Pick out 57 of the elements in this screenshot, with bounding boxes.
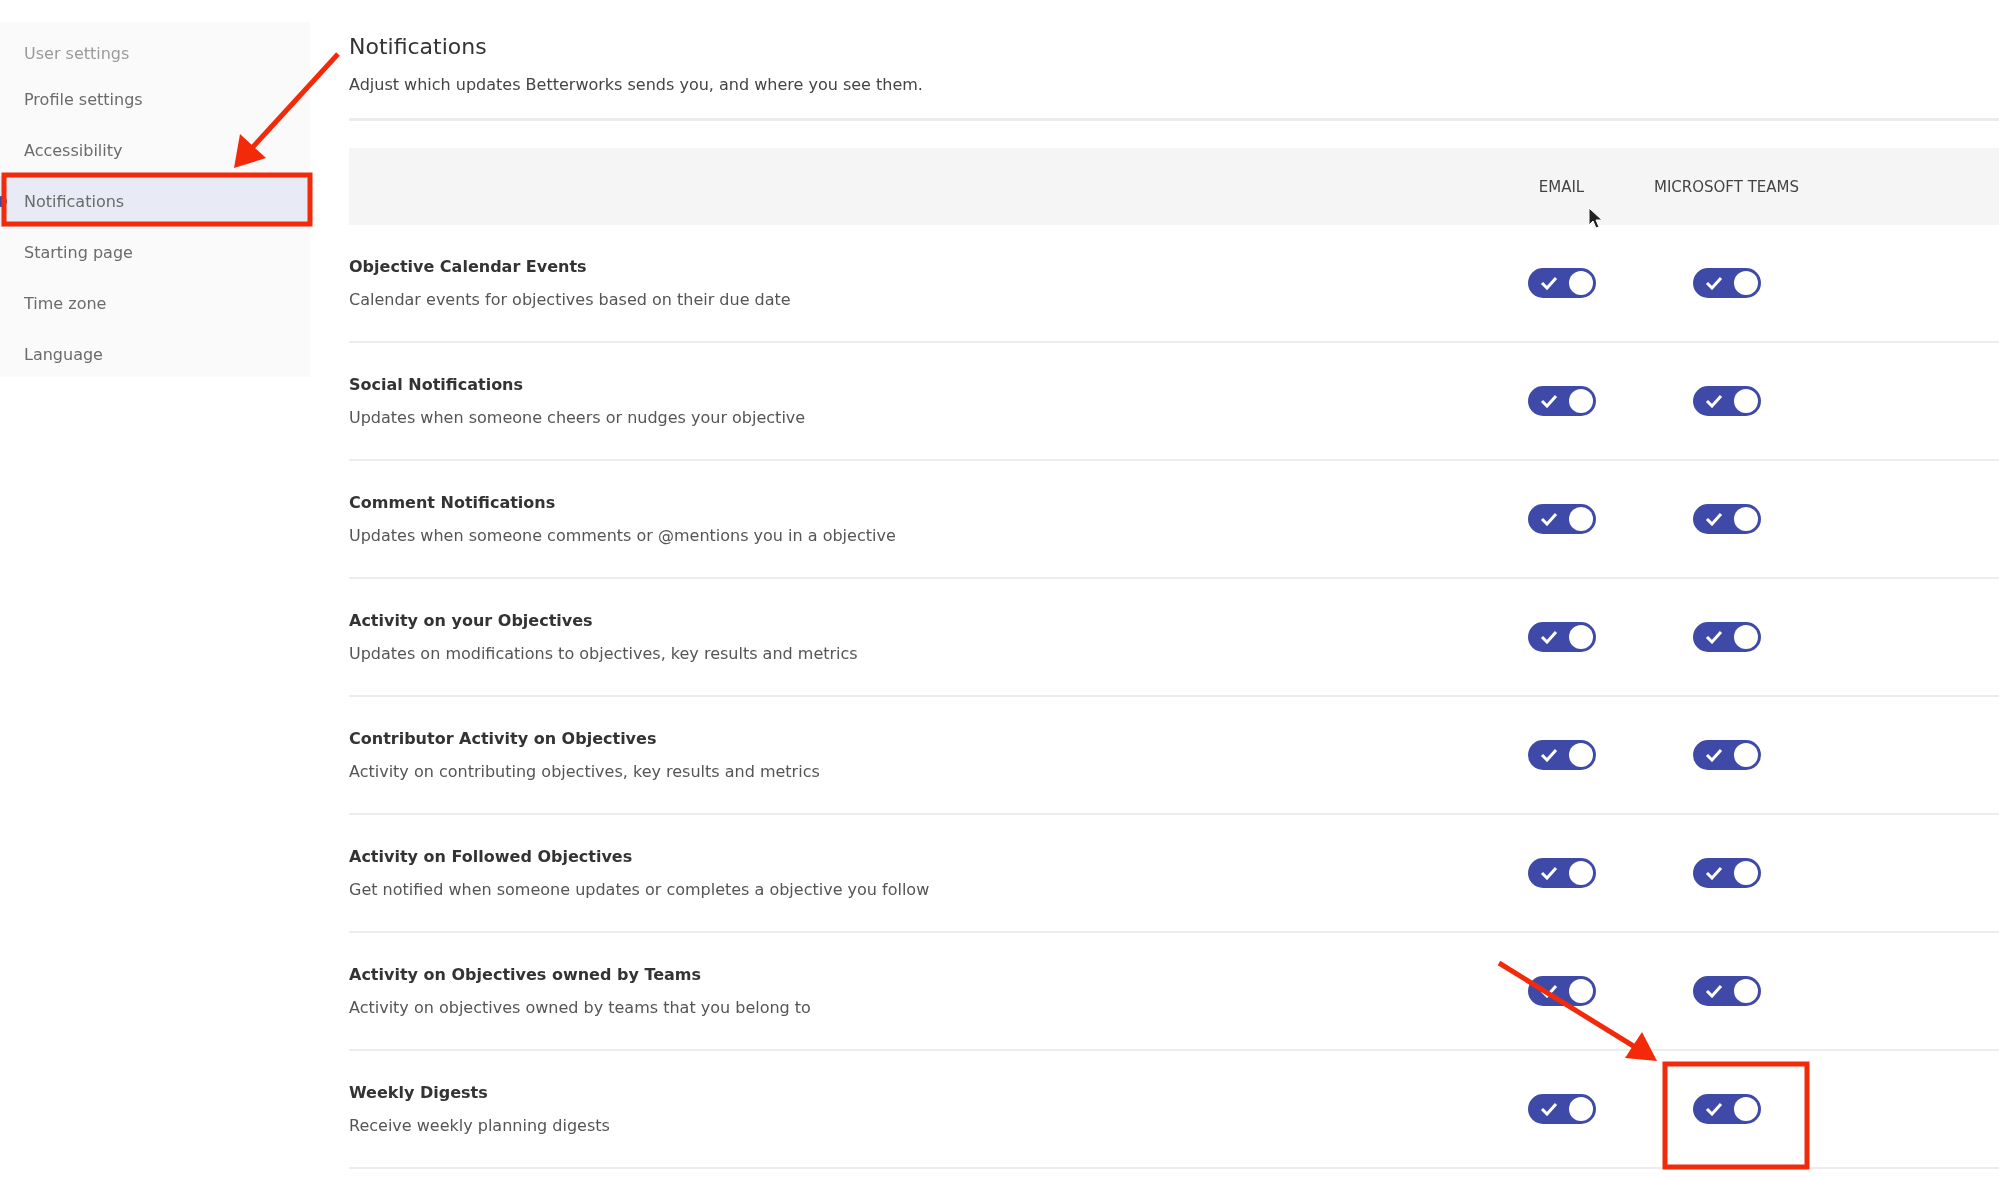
check-icon — [1704, 748, 1723, 762]
setting-title: Comment Notifications — [349, 493, 557, 512]
setting-title: Activity on Followed Objectives — [349, 847, 634, 866]
setting-title: Activity on Objectives owned by Teams — [349, 965, 703, 984]
toggle-switch[interactable] — [1692, 1094, 1761, 1124]
setting-description: Activity on contributing objectives, key results and metrics — [349, 762, 821, 781]
setting-description: Updates when someone comments or @mentions you in a objective — [349, 526, 897, 545]
sidebar-item[interactable]: Language — [0, 329, 310, 380]
setting-title: Weekly Digests — [349, 1083, 489, 1102]
toggle-switch[interactable] — [1527, 1094, 1596, 1124]
setting-title: Activity on your Objectives — [349, 611, 594, 630]
check-icon — [1539, 866, 1558, 880]
sidebar-item[interactable]: Time zone — [0, 278, 310, 329]
setting-title: Social Notifications — [349, 375, 525, 394]
toggle-switch[interactable] — [1692, 858, 1761, 888]
toggle-switch[interactable] — [1692, 622, 1761, 652]
sidebar-item[interactable]: Profile settings — [0, 74, 310, 125]
setting-description: Activity on objectives owned by teams that you belong to — [349, 998, 812, 1017]
check-icon — [1539, 748, 1558, 762]
column-heading: MICROSOFT TEAMS — [1652, 176, 1801, 198]
setting-description: Get notified when someone updates or completes a objective you follow — [349, 880, 931, 899]
toggle-switch[interactable] — [1692, 504, 1761, 534]
setting-description: Updates on modifications to objectives, key results and metrics — [349, 644, 859, 663]
toggle-switch[interactable] — [1527, 740, 1596, 770]
check-icon — [1704, 512, 1723, 526]
toggle-switch[interactable] — [1527, 504, 1596, 534]
check-icon — [1704, 394, 1723, 408]
column-heading: EMAIL — [1537, 176, 1586, 198]
setting-description: Updates when someone cheers or nudges your objective — [349, 408, 807, 427]
toggle-switch[interactable] — [1692, 386, 1761, 416]
check-icon — [1704, 1102, 1723, 1116]
sidebar-heading: User settings — [23, 43, 131, 65]
setting-title: Objective Calendar Events — [349, 257, 588, 276]
sidebar-item[interactable]: Starting page — [0, 227, 310, 278]
check-icon — [1539, 394, 1558, 408]
check-icon — [1539, 984, 1558, 998]
toggle-switch[interactable] — [1527, 386, 1596, 416]
check-icon — [1539, 1102, 1558, 1116]
check-icon — [1704, 984, 1723, 998]
check-icon — [1704, 276, 1723, 290]
check-icon — [1539, 630, 1558, 644]
check-icon — [1704, 630, 1723, 644]
setting-title: Contributor Activity on Objectives — [349, 729, 658, 748]
setting-description: Calendar events for objectives based on their due date — [349, 290, 792, 309]
check-icon — [1539, 276, 1558, 290]
toggle-switch[interactable] — [1527, 268, 1596, 298]
sidebar-item[interactable]: Accessibility — [0, 125, 310, 176]
toggle-switch[interactable] — [1527, 858, 1596, 888]
toggle-switch[interactable] — [1527, 622, 1596, 652]
check-icon — [1539, 512, 1558, 526]
check-icon — [1704, 866, 1723, 880]
setting-description: Receive weekly planning digests — [349, 1116, 611, 1135]
toggle-switch[interactable] — [1692, 268, 1761, 298]
page-title: Notifications — [349, 34, 488, 59]
page-subtitle: Adjust which updates Betterworks sends you, and where you see them. — [349, 75, 1999, 121]
toggle-switch[interactable] — [1692, 740, 1761, 770]
toggle-switch[interactable] — [1692, 976, 1761, 1006]
